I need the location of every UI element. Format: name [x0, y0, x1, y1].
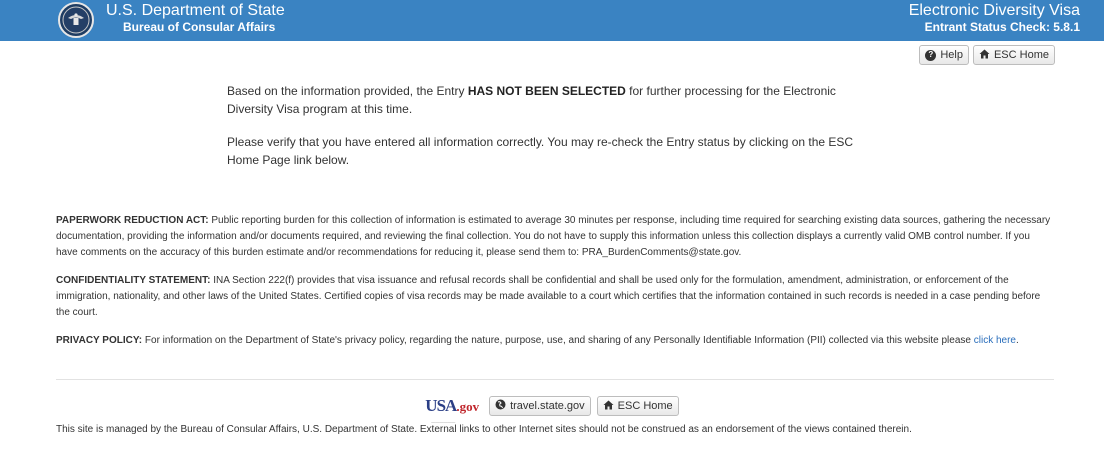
footer-links: USA.gov —————— travel.state.gov ESC Home — [0, 396, 1104, 424]
globe-icon — [495, 399, 506, 413]
esc-home-button[interactable]: ESC Home — [972, 45, 1055, 65]
status-message: Based on the information provided, the E… — [227, 82, 877, 184]
question-circle-icon: ? — [925, 49, 937, 61]
privacy-end: . — [1016, 335, 1019, 346]
paperwork-reduction-statement: PAPERWORK REDUCTION ACT: Public reportin… — [56, 213, 1052, 261]
status-text-before: Based on the information provided, the E… — [227, 84, 468, 98]
help-button-label: Help — [940, 49, 963, 61]
status-result-paragraph: Based on the information provided, the E… — [227, 82, 877, 118]
footer-esc-home-label: ESC Home — [617, 400, 673, 412]
footer-divider — [56, 379, 1054, 380]
travel-state-gov-label: travel.state.gov — [510, 400, 585, 412]
help-button[interactable]: ? Help — [919, 45, 969, 65]
eagle-seal-icon — [62, 6, 90, 34]
confidentiality-statement: CONFIDENTIALITY STATEMENT: INA Section 2… — [56, 273, 1052, 321]
paperwork-title: PAPERWORK REDUCTION ACT: — [56, 215, 209, 226]
privacy-policy-statement: PRIVACY POLICY: For information on the D… — [56, 333, 1052, 349]
confidentiality-title: CONFIDENTIALITY STATEMENT: — [56, 275, 211, 286]
app-name-block: Electronic Diversity Visa Entrant Status… — [909, 2, 1080, 34]
footer-esc-home-button[interactable]: ESC Home — [596, 396, 679, 416]
agency-title: U.S. Department of State — [106, 2, 285, 19]
esc-home-button-label: ESC Home — [993, 49, 1049, 61]
agency-name-block: U.S. Department of State Bureau of Consu… — [106, 2, 285, 34]
status-result-emphasis: HAS NOT BEEN SELECTED — [467, 84, 626, 98]
privacy-click-here-link[interactable]: click here — [974, 335, 1016, 346]
footer-disclaimer: This site is managed by the Bureau of Co… — [56, 424, 912, 435]
department-seal-logo[interactable] — [58, 2, 94, 38]
privacy-title: PRIVACY POLICY: — [56, 335, 143, 346]
home-icon — [603, 400, 614, 413]
status-verify-paragraph: Please verify that you have entered all … — [227, 135, 854, 167]
legal-statements: PAPERWORK REDUCTION ACT: Public reportin… — [56, 213, 1052, 361]
usa-logo-gov: .gov — [456, 398, 480, 414]
travel-state-gov-button[interactable]: travel.state.gov — [489, 396, 591, 416]
site-header: U.S. Department of State Bureau of Consu… — [0, 0, 1104, 41]
home-icon — [979, 49, 990, 62]
app-title: Electronic Diversity Visa — [908, 2, 1080, 19]
agency-subtitle: Bureau of Consular Affairs — [123, 20, 276, 34]
usa-gov-logo-link[interactable]: USA.gov —————— — [425, 396, 483, 424]
privacy-text: For information on the Department of Sta… — [142, 335, 974, 346]
app-subtitle: Entrant Status Check: 5.8.1 — [924, 20, 1080, 34]
top-toolbar: ? Help ESC Home — [919, 45, 1055, 65]
